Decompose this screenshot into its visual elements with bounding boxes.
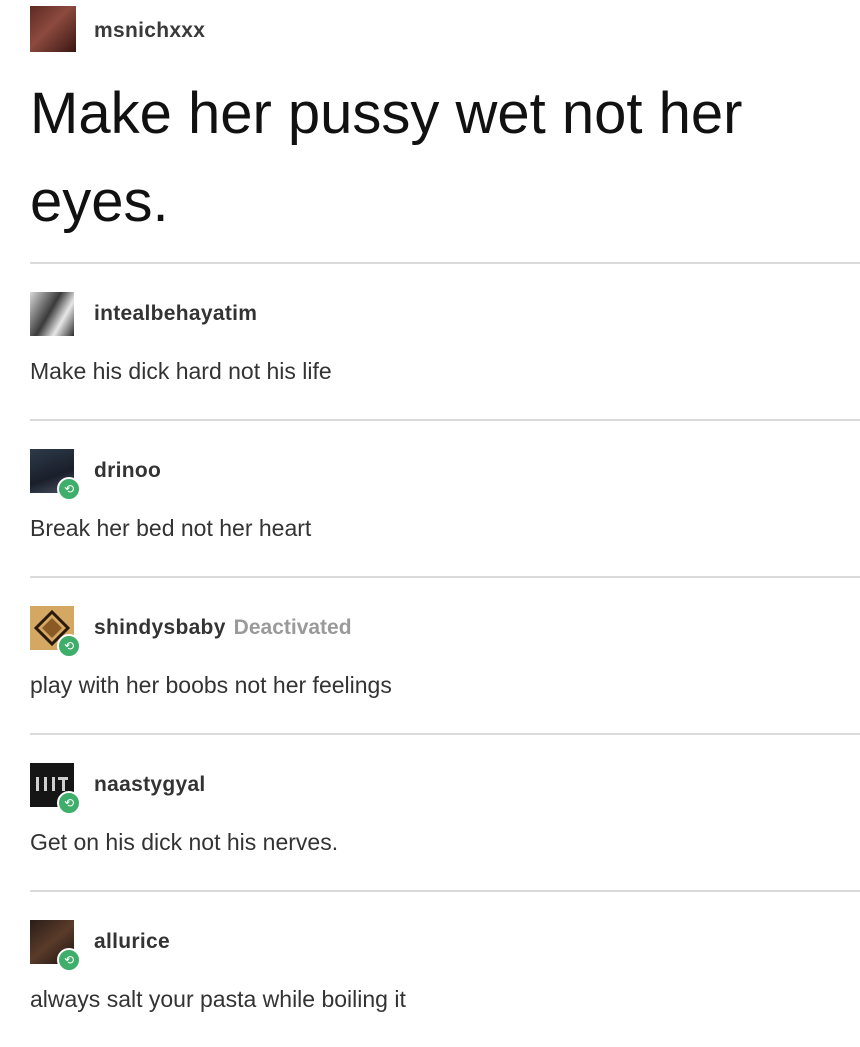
avatar[interactable] bbox=[30, 6, 76, 52]
original-post-text: Make her pussy wet not her eyes. bbox=[30, 81, 743, 234]
original-post-header: msnichxxx bbox=[30, 6, 205, 52]
reply-username[interactable]: intealbehayatim bbox=[94, 302, 257, 326]
avatar[interactable]: ⟲ bbox=[30, 606, 81, 658]
reply-text: Break her bed not her heart bbox=[30, 515, 312, 541]
reblog-badge-icon: ⟲ bbox=[57, 477, 81, 501]
reply-username[interactable]: allurice bbox=[94, 930, 170, 954]
original-post-username[interactable]: msnichxxx bbox=[94, 19, 205, 43]
deactivated-label: Deactivated bbox=[233, 616, 352, 639]
reply-header: ⟲ naastygyal bbox=[30, 763, 206, 815]
reply-username[interactable]: naastygyal bbox=[94, 773, 206, 797]
avatar-image bbox=[30, 6, 76, 52]
reblog-badge-icon: ⟲ bbox=[57, 791, 81, 815]
reply-thread: msnichxxx Make her pussy wet not her eye… bbox=[0, 0, 860, 1047]
avatar-image bbox=[30, 292, 74, 336]
reply-item: ⟲ naastygyal Get on his dick not his ner… bbox=[0, 735, 860, 890]
reply-item: intealbehayatim Make his dick hard not h… bbox=[0, 264, 860, 419]
reply-username[interactable]: drinoo bbox=[94, 459, 161, 483]
reply-item: ⟲ drinoo Break her bed not her heart bbox=[0, 421, 860, 576]
reply-text: always salt your pasta while boiling it bbox=[30, 986, 406, 1012]
reply-item: ⟲ shindysbaby Deactivated play with her … bbox=[0, 578, 860, 733]
reply-header: ⟲ allurice bbox=[30, 920, 170, 972]
reply-header: ⟲ drinoo bbox=[30, 449, 161, 501]
avatar[interactable]: ⟲ bbox=[30, 763, 81, 815]
reply-text: play with her boobs not her feelings bbox=[30, 672, 392, 698]
reblog-badge-icon: ⟲ bbox=[57, 634, 81, 658]
reply-username[interactable]: shindysbaby bbox=[94, 616, 226, 640]
reply-text: Get on his dick not his nerves. bbox=[30, 829, 339, 855]
avatar[interactable] bbox=[30, 292, 74, 336]
original-post: msnichxxx Make her pussy wet not her eye… bbox=[0, 0, 860, 262]
reply-header: ⟲ shindysbaby Deactivated bbox=[30, 606, 352, 658]
reply-header: intealbehayatim bbox=[30, 292, 257, 336]
reply-text: Make his dick hard not his life bbox=[30, 358, 332, 384]
avatar[interactable]: ⟲ bbox=[30, 920, 81, 972]
reblog-badge-icon: ⟲ bbox=[57, 948, 81, 972]
avatar[interactable]: ⟲ bbox=[30, 449, 81, 501]
